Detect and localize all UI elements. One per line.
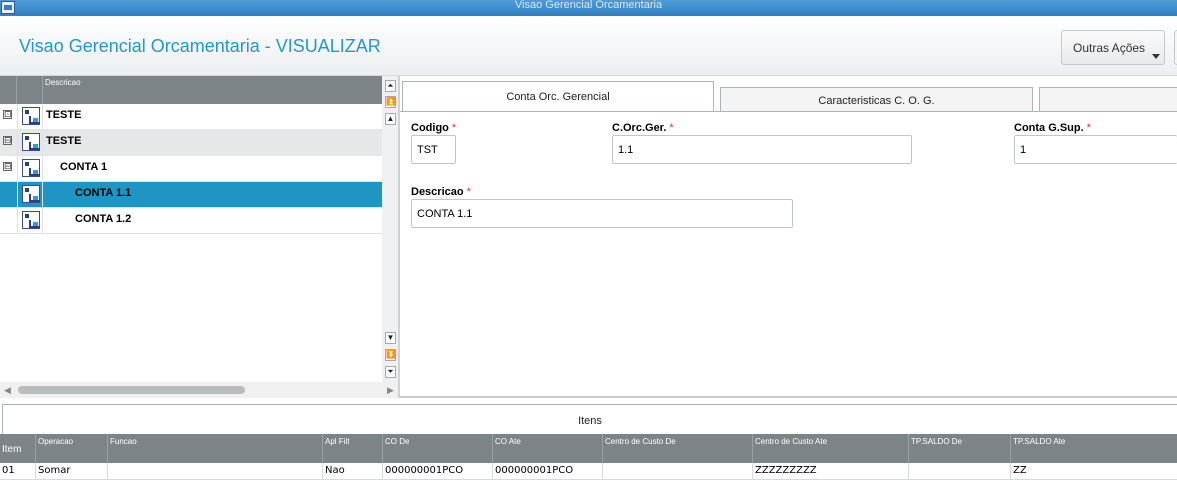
collapse-icon[interactable]: ⊟ — [3, 162, 12, 171]
col-header-centro-custo-de[interactable]: Centro de Custo De — [602, 434, 752, 463]
col-header-tp-saldo-de[interactable]: TP.SALDO De — [908, 434, 1010, 463]
tab-caracteristicas[interactable]: Caracteristicas C. O. G. — [720, 87, 1033, 112]
collapse-icon[interactable]: ⊟ — [3, 136, 12, 145]
cell-apl-filt[interactable]: Nao — [322, 463, 382, 479]
page-title: Visao Gerencial Orcamentaria - VISUALIZA… — [19, 36, 381, 56]
required-marker: * — [466, 186, 471, 198]
tab-conta-orc-gerencial[interactable]: Conta Orc. Gerencial — [402, 81, 714, 111]
cell-centro-custo-de[interactable] — [602, 463, 752, 479]
scroll-top-icon[interactable]: ⏶ — [385, 80, 396, 92]
scroll-down-icon[interactable]: ▼ — [385, 332, 396, 344]
descricao-label: Descricao * — [411, 186, 471, 198]
tree-row[interactable]: CONTA 1.2 — [0, 208, 382, 234]
scroll-page-down-icon[interactable]: ⏬ — [385, 349, 396, 361]
tree-row-label: CONTA 1.1 — [75, 187, 132, 199]
account-node-icon — [22, 107, 40, 125]
col-header-centro-custo-ate[interactable]: Centro de Custo Ate — [752, 434, 908, 463]
chevron-down-icon — [1152, 54, 1160, 59]
account-node-icon — [22, 159, 40, 177]
tab-extra[interactable] — [1039, 87, 1177, 112]
tree-header-expander-col — [0, 76, 17, 104]
col-header-operacao[interactable]: Operacao — [35, 434, 107, 463]
required-marker: * — [1086, 122, 1091, 134]
cell-co-ate[interactable]: 000000001PCO — [492, 463, 602, 479]
cell-operacao[interactable]: Somar — [35, 463, 107, 479]
window-titlebar: Visao Gerencial Orcamentaria — [0, 0, 1177, 16]
items-panel: Itens Item Operacao Funcao Apl Filt CO D… — [0, 400, 1177, 489]
cell-centro-custo-ate[interactable]: ZZZZZZZZZ — [752, 463, 908, 479]
account-node-icon — [22, 185, 40, 203]
required-marker: * — [451, 122, 457, 134]
window-title: Visao Gerencial Orcamentaria — [514, 0, 663, 11]
items-grid-header: Item Operacao Funcao Apl Filt CO De CO A… — [0, 434, 1177, 463]
tree-row-label: CONTA 1 — [60, 161, 108, 173]
codigo-label: Codigo * — [411, 122, 457, 134]
account-node-icon — [22, 211, 40, 229]
tree-row-label: TESTE — [46, 135, 82, 147]
outras-acoes-button[interactable]: Outras Ações — [1061, 30, 1165, 65]
tree-header-icon-col — [17, 76, 43, 104]
tree-row[interactable]: ⊡ TESTE — [0, 104, 382, 130]
tree-horizontal-scrollbar[interactable]: ◀ ▶ — [0, 382, 398, 398]
scroll-right-icon[interactable]: ▶ — [387, 385, 394, 396]
tree-row-label: CONTA 1.2 — [75, 213, 132, 225]
page-header: Visao Gerencial Orcamentaria - VISUALIZA… — [0, 16, 1177, 76]
table-row[interactable]: 01 Somar Nao 000000001PCO 000000001PCO Z… — [0, 463, 1177, 480]
cell-co-de[interactable]: 000000001PCO — [382, 463, 492, 479]
tab-itens[interactable]: Itens — [2, 404, 1177, 434]
expand-icon[interactable]: ⊡ — [3, 110, 12, 119]
tree-column-header: Descricao — [0, 76, 382, 104]
tree-header-label: Descricao — [45, 78, 81, 87]
col-header-co-de[interactable]: CO De — [382, 434, 492, 463]
col-header-apl-filt[interactable]: Apl Filt — [322, 434, 382, 463]
col-header-co-ate[interactable]: CO Ate — [492, 434, 602, 463]
scroll-left-icon[interactable]: ◀ — [4, 385, 11, 396]
app-icon — [1, 1, 15, 14]
scroll-page-up-icon[interactable]: ⏫ — [385, 96, 396, 108]
contagsup-label: Conta G.Sup. * — [1014, 122, 1091, 134]
descricao-field[interactable]: CONTA 1.1 — [411, 199, 793, 228]
cell-tp-saldo-de[interactable] — [908, 463, 1010, 479]
required-marker: * — [669, 122, 674, 134]
account-node-icon — [22, 133, 40, 151]
col-header-funcao[interactable]: Funcao — [107, 434, 322, 463]
tree-row[interactable]: ⊟ CONTA 1 — [0, 156, 382, 182]
outras-acoes-label: Outras Ações — [1073, 41, 1146, 55]
form-panel: Conta Orc. Gerencial Caracteristicas C. … — [400, 76, 1177, 398]
scrollbar-thumb[interactable] — [18, 386, 245, 394]
tree-vertical-scrollbar[interactable]: ⏶ ⏫ ▲ ▼ ⏬ ⏷ — [382, 76, 398, 382]
tree-row-label: TESTE — [46, 109, 82, 121]
tree-row[interactable]: ⊟ TESTE — [0, 130, 382, 156]
col-header-item[interactable]: Item — [0, 434, 35, 463]
tree-row-selected[interactable]: CONTA 1.1 — [0, 182, 382, 208]
cell-item[interactable]: 01 — [0, 463, 35, 479]
corcger-field[interactable]: 1.1 — [612, 135, 912, 164]
cell-funcao[interactable] — [107, 463, 322, 479]
contagsup-field[interactable]: 1 — [1014, 135, 1177, 164]
scroll-up-icon[interactable]: ▲ — [385, 113, 396, 125]
scroll-bottom-icon[interactable]: ⏷ — [385, 366, 396, 378]
tree-panel: Descricao ⊡ TESTE ⊟ TESTE ⊟ CONTA 1 CONT… — [0, 76, 398, 398]
col-header-tp-saldo-ate[interactable]: TP.SALDO Ate — [1010, 434, 1177, 463]
cell-tp-saldo-ate[interactable]: ZZ — [1010, 463, 1177, 479]
corcger-label: C.Orc.Ger. * — [612, 122, 674, 134]
codigo-field[interactable]: TST — [411, 135, 456, 164]
